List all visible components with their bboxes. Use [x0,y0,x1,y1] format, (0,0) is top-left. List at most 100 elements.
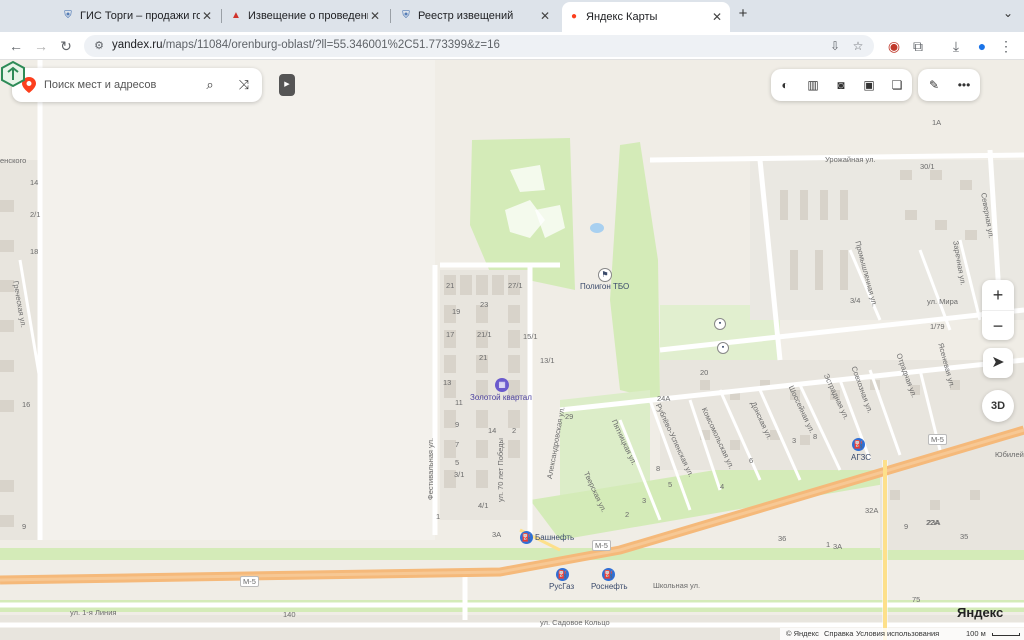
house-number: 13/1 [540,356,555,365]
extension-icon[interactable]: ◉ [884,36,904,56]
gas-station-icon[interactable]: ⛽ [602,568,615,581]
tab-yandex-maps[interactable]: ● Яндекс Карты ✕ [562,2,730,32]
yandex-logo[interactable]: Яндекс [957,605,1003,620]
panorama-icon[interactable]: ◐ [777,77,793,93]
tab-bar: ⛨ ГИС Торги – продажи госуд ✕ ▲ Извещени… [0,0,1024,32]
gov-emblem-icon: ⛨ [64,10,72,21]
search-input[interactable] [44,76,194,94]
building-icon[interactable]: ▪ [717,342,729,354]
copyright-link[interactable]: © Яндекс [786,629,819,638]
house-number: 3/4 [850,296,861,305]
house-number: 30/1 [920,162,935,171]
profile-avatar-icon[interactable]: ● [972,36,992,56]
house-number: 2 [625,510,630,519]
back-button[interactable]: ← [6,36,26,56]
tab-title: Извещение о проведении то [248,10,368,22]
new-tab-button[interactable]: + [734,5,752,25]
zoom-out-button[interactable]: − [982,310,1014,340]
house-number: 23А [927,518,941,527]
sidebar-toggle-button[interactable]: ▶ [279,74,295,96]
map-mode-icon[interactable]: ▥ [805,77,821,93]
poi-rosneft-label[interactable]: Роснефть [591,582,628,591]
house-number: 35 [960,532,969,541]
house-number: 24А [657,394,671,403]
help-link[interactable]: Справка [824,629,853,638]
map-graphics [0,60,1024,640]
scale-label: 100 м [966,629,986,638]
tab-gis-torgi[interactable]: ⛨ ГИС Торги – продажи госуд ✕ [56,4,220,28]
tab-title: Яндекс Карты [586,11,658,23]
url-text[interactable]: yandex.ru/maps/11084/orenburg-oblast/?ll… [112,39,500,51]
extensions-puzzle-icon[interactable]: ⧉ [908,36,928,56]
tab-search-button[interactable]: ⌄ [1000,6,1016,24]
highway-shield: М-5 [592,540,611,551]
address-bar[interactable]: ⚙ yandex.ru/maps/11084/orenburg-oblast/?… [84,35,874,57]
bookmark-star-icon[interactable]: ☆ [850,38,866,54]
house-number: 16 [22,400,31,409]
gas-station-icon[interactable]: ⛽ [852,438,865,451]
house-number: 75 [912,595,921,604]
house-number: 1 [436,512,441,521]
highway-shield: М-5 [240,576,259,587]
house-number: 9 [22,522,27,531]
camera-icon[interactable]: ◙ [833,77,849,93]
forward-button[interactable]: → [31,36,51,56]
house-number: 4/1 [478,501,489,510]
house-number: 19 [452,307,461,316]
house-number: 9 [904,522,909,531]
account-icon[interactable] [0,60,26,88]
search-box[interactable]: ⌕ ⤨ [12,68,262,102]
gas-station-icon[interactable]: ⛽ [556,568,569,581]
highway-shield: М-5 [928,434,947,445]
poi-landfill-label[interactable]: Полигон ТБО [580,282,629,291]
poi-azs-label[interactable]: АГЗС [851,453,871,462]
house-number: 9 [455,420,460,429]
street-label: ул. Мира [927,297,958,306]
house-number: 18 [30,247,39,256]
street-label: ул. 70 лет Победы [496,438,505,502]
house-number: 8 [656,464,661,473]
close-icon[interactable]: ✕ [200,9,214,23]
close-icon[interactable]: ✕ [710,10,724,24]
ruler-icon[interactable]: ✎ [926,77,942,93]
downloads-icon[interactable]: ⤓ [946,36,966,56]
more-icon[interactable]: ••• [956,77,972,93]
house-number: 1А [932,118,942,127]
poi-rusgaz-label[interactable]: РусГаз [549,582,574,591]
tab-reestr[interactable]: ⛨ Реестр извещений ✕ [394,4,558,28]
close-icon[interactable]: ✕ [538,9,552,23]
close-icon[interactable]: ✕ [368,9,382,23]
browser-menu-icon[interactable]: ⋮ [996,36,1016,56]
transport-bus-icon[interactable]: ▣ [861,77,877,93]
search-icon[interactable]: ⌕ [202,77,218,93]
route-icon[interactable]: ⤨ [236,77,252,93]
poi-golden-quarter-label[interactable]: Золотой квартал [470,393,532,402]
browser-toolbar: ← → ↻ ⚙ yandex.ru/maps/11084/orenburg-ob… [0,32,1024,60]
house-number: 140 [283,610,296,619]
building-icon[interactable]: ▪ [714,318,726,330]
house-number: 3 [642,496,647,505]
house-number: 3/1 [454,470,465,479]
zoom-in-button[interactable]: + [982,280,1014,310]
house-number: 32А [865,506,879,515]
layers-icon[interactable]: ❏ [889,77,905,93]
landfill-icon[interactable]: ⚑ [598,268,612,282]
house-number: 4 [720,482,725,491]
reload-button[interactable]: ↻ [56,36,76,56]
locate-me-button[interactable]: ➤ [983,348,1013,378]
site-info-icon[interactable]: ⚙ [92,39,106,53]
gov-emblem-icon: ⛨ [402,10,410,21]
scale-bar [992,633,1020,636]
residential-complex-icon[interactable]: ▦ [495,378,509,392]
map-canvas[interactable]: ⚑ Полигон ТБО ▦ Золотой квартал ⛽ Башнеф… [0,60,1024,640]
zoom-controls: + − [982,280,1014,340]
poi-bashneft-label[interactable]: Башнефть [535,533,574,542]
tab-izveshchenie[interactable]: ▲ Извещение о проведении то ✕ [224,4,388,28]
install-app-icon[interactable]: ⇩ [827,38,843,54]
terms-link[interactable]: Условия использования [856,629,939,638]
3d-toggle-button[interactable]: 3D [982,390,1014,422]
map-footer: © Яндекс Справка Условия использования 1… [780,628,1024,640]
map-tools-panel: ✎ ••• [918,69,980,101]
tab-separator [221,9,222,23]
gas-station-icon[interactable]: ⛽ [520,531,533,544]
